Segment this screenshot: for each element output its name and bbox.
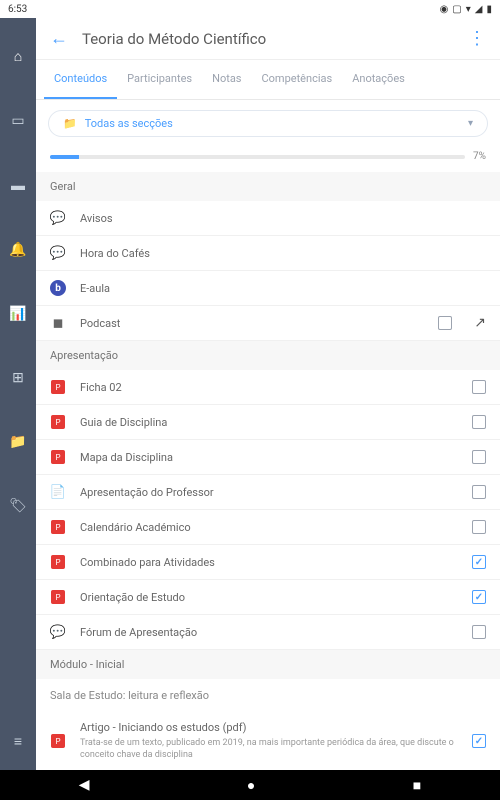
tab-3[interactable]: Competências bbox=[251, 60, 342, 99]
item-label: Orientação de Estudo bbox=[80, 591, 458, 604]
tab-1[interactable]: Participantes bbox=[117, 60, 202, 99]
course-item[interactable]: P Calendário Académico bbox=[36, 510, 500, 545]
sidebar-book-icon[interactable]: ▬ bbox=[11, 177, 25, 194]
pdf-icon: P bbox=[50, 733, 66, 749]
completion-checkbox[interactable] bbox=[472, 380, 486, 394]
doc-icon: 📄 bbox=[50, 484, 66, 500]
item-label: Artigo - Iniciando os estudos (pdf) bbox=[80, 721, 458, 734]
chevron-down-icon: ▾ bbox=[468, 118, 473, 129]
progress-bar bbox=[50, 155, 465, 159]
status-time: 6:53 bbox=[8, 4, 27, 15]
nav-back-icon[interactable]: ◀ bbox=[79, 777, 90, 793]
course-item[interactable]: P Ficha 02 bbox=[36, 370, 500, 405]
course-item[interactable]: P Mapa da Disciplina bbox=[36, 440, 500, 475]
page-icon: ◼ bbox=[50, 315, 66, 331]
course-item[interactable]: b E-aula bbox=[36, 271, 500, 306]
system-nav-bar: ◀ ● ■ bbox=[0, 770, 500, 800]
tab-4[interactable]: Anotações bbox=[342, 60, 415, 99]
completion-checkbox[interactable] bbox=[472, 415, 486, 429]
item-label: Hora do Cafés bbox=[80, 247, 486, 260]
launch-icon[interactable]: ↗ bbox=[474, 315, 486, 331]
more-icon[interactable]: ⋮ bbox=[468, 28, 486, 49]
progress-fill bbox=[50, 155, 79, 159]
status-bar: 6:53 ◉ ▢ ▾ ◢ ▮ bbox=[0, 0, 500, 18]
item-label: E-aula bbox=[80, 282, 486, 295]
course-item[interactable]: P Combinado para Atividades ✓ bbox=[36, 545, 500, 580]
status-icons: ◉ ▢ ▾ ◢ ▮ bbox=[440, 4, 492, 15]
section-header: Apresentação bbox=[36, 341, 500, 370]
progress-pct: 7% bbox=[473, 151, 486, 162]
back-arrow-icon[interactable]: ← bbox=[50, 28, 68, 49]
item-description: Trata-se de um texto, publicado em 2019,… bbox=[80, 738, 458, 761]
pdf-icon: P bbox=[50, 414, 66, 430]
pdf-icon: P bbox=[50, 379, 66, 395]
section-placeholder: Sala de Estudo: leitura e reflexão bbox=[36, 679, 500, 712]
course-item[interactable]: 📄 Apresentação do Professor bbox=[36, 475, 500, 510]
sidebar-stats-icon[interactable]: 📊 bbox=[9, 306, 26, 322]
sidebar-menu-icon[interactable]: ≡ bbox=[14, 733, 22, 750]
course-item[interactable]: P Guia de Disciplina bbox=[36, 405, 500, 440]
pdf-icon: P bbox=[50, 449, 66, 465]
section-filter-dropdown[interactable]: 📁 Todas as secções ▾ bbox=[48, 110, 488, 137]
course-item[interactable]: 💬 Avisos bbox=[36, 201, 500, 236]
item-label: Guia de Disciplina bbox=[80, 416, 458, 429]
item-label: Combinado para Atividades bbox=[80, 556, 458, 569]
completion-checkbox[interactable]: ✓ bbox=[472, 555, 486, 569]
course-item[interactable]: P Artigo - Iniciando os estudos (pdf) Trat… bbox=[36, 712, 500, 770]
course-item[interactable]: 💬 Fórum de Apresentação bbox=[36, 615, 500, 650]
tab-0[interactable]: Conteúdos bbox=[44, 60, 117, 99]
circle-icon: b bbox=[50, 280, 66, 296]
sidebar-bell-icon[interactable]: 🔔 bbox=[9, 242, 26, 258]
course-item[interactable]: ◼ Podcast ↗ bbox=[36, 306, 500, 341]
pdf-icon: P bbox=[50, 519, 66, 535]
sidebar-calendar-icon[interactable]: ▭ bbox=[11, 113, 24, 129]
tab-2[interactable]: Notas bbox=[202, 60, 251, 99]
sidebar: ⌂ ▭ ▬ 🔔 📊 ⊞ 📁 🏷 ≡ bbox=[0, 18, 36, 770]
forum-icon: 💬 bbox=[50, 210, 66, 226]
course-item[interactable]: P Orientação de Estudo ✓ bbox=[36, 580, 500, 615]
page-title: Teoria do Método Científico bbox=[82, 30, 454, 48]
sidebar-grid-icon[interactable]: ⊞ bbox=[12, 370, 24, 386]
completion-checkbox[interactable]: ✓ bbox=[472, 734, 486, 748]
filter-row: 📁 Todas as secções ▾ bbox=[36, 100, 500, 147]
completion-checkbox[interactable] bbox=[438, 316, 452, 330]
completion-checkbox[interactable] bbox=[472, 485, 486, 499]
section-header: Geral bbox=[36, 172, 500, 201]
course-item[interactable]: 💬 Hora do Cafés bbox=[36, 236, 500, 271]
completion-checkbox[interactable] bbox=[472, 520, 486, 534]
pdf-icon: P bbox=[50, 554, 66, 570]
section-header: Módulo - Inicial bbox=[36, 650, 500, 679]
item-label: Fórum de Apresentação bbox=[80, 626, 458, 639]
sidebar-home-icon[interactable]: ⌂ bbox=[14, 48, 22, 65]
pdf-icon: P bbox=[50, 589, 66, 605]
item-label: Apresentação do Professor bbox=[80, 486, 458, 499]
nav-recent-icon[interactable]: ■ bbox=[413, 777, 421, 794]
folder-icon: 📁 bbox=[63, 117, 77, 130]
item-label: Calendário Académico bbox=[80, 521, 458, 534]
sidebar-folder-icon[interactable]: 📁 bbox=[9, 434, 26, 450]
item-label: Mapa da Disciplina bbox=[80, 451, 458, 464]
item-label: Podcast bbox=[80, 317, 424, 330]
filter-label: Todas as secções bbox=[85, 117, 460, 130]
sidebar-tag-icon[interactable]: 🏷 bbox=[9, 498, 27, 514]
main-content: ← Teoria do Método Científico ⋮ Conteúdo… bbox=[36, 18, 500, 770]
item-label: Avisos bbox=[80, 212, 486, 225]
nav-home-icon[interactable]: ● bbox=[247, 777, 255, 794]
completion-checkbox[interactable]: ✓ bbox=[472, 590, 486, 604]
completion-checkbox[interactable] bbox=[472, 450, 486, 464]
forum-icon: 💬 bbox=[50, 245, 66, 261]
header: ← Teoria do Método Científico ⋮ bbox=[36, 18, 500, 60]
completion-checkbox[interactable] bbox=[472, 625, 486, 639]
tabs: ConteúdosParticipantesNotasCompetênciasA… bbox=[36, 60, 500, 100]
forum-icon: 💬 bbox=[50, 624, 66, 640]
item-label: Ficha 02 bbox=[80, 381, 458, 394]
progress-row: 7% bbox=[36, 147, 500, 172]
